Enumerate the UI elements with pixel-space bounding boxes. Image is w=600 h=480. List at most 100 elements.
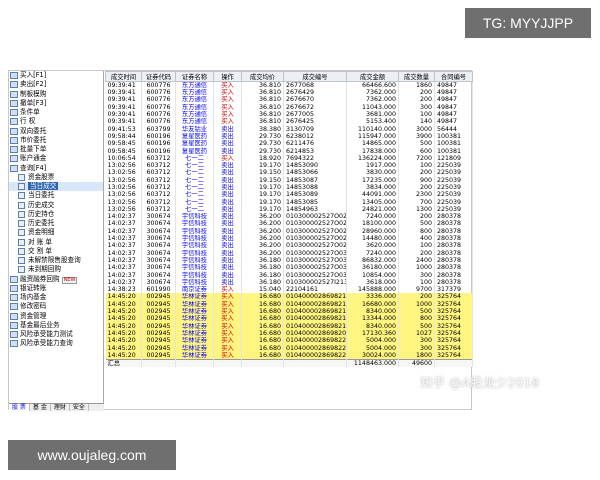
table-row[interactable]: 09:41:53 603799 华友钴业 卖出 38.380 3130709 110140.… (105, 125, 473, 133)
table-row[interactable]: 09:39:41 600776 东方通信 买入 36.810 2677005 3681.00… (105, 110, 473, 119)
table-row[interactable]: 09:39:41 600776 东方通信 买入 36.810 2676670 7362.00… (105, 96, 473, 104)
table-row[interactable]: 09:39:41 600776 东方通信 买入 36.810 2676429 7362.00… (105, 89, 473, 97)
column-header[interactable]: 证券代码 (141, 71, 176, 82)
table-row[interactable]: 13:02:56 603712 七一二 卖出 19.170 14853090 1917.00… (105, 161, 473, 170)
table-row[interactable]: 14:02:37 300674 宇信科技 卖出 36.200 010300002527O0… (105, 234, 473, 243)
table-row[interactable]: 14:02:37 300674 宇信科技 卖出 36.180 010300002527O0… (105, 256, 473, 265)
table-row[interactable]: 14:45:20 002945 华林证券 买入 16.680 01040000286982… (105, 293, 473, 301)
table-row[interactable]: 14:45:20 002945 华林证券 买入 16.680 01040000286982… (105, 344, 473, 352)
table-cell: 800 (398, 315, 435, 323)
table-row[interactable]: 14:02:37 300674 宇信科技 卖出 36.200 010300002527O0… (105, 242, 473, 250)
table-row[interactable]: 14:02:37 300674 宇信科技 卖出 36.200 010300002527O0… (105, 249, 473, 257)
table-cell: 36.810 (241, 81, 284, 89)
sidebar-item[interactable]: 修改密码 (9, 302, 103, 311)
table-cell: 华林证券 (175, 337, 214, 345)
table-row[interactable]: 09:58:45 600196 复星医药 卖出 29.730 6211476 14865.0… (105, 140, 473, 148)
column-header[interactable]: 成交均价 (241, 71, 284, 82)
sidebar-item[interactable]: 卖出[F2] (9, 80, 103, 89)
table-cell: 49847 (434, 103, 473, 111)
sidebar-item[interactable]: 风险承受能力查询 (9, 339, 103, 348)
column-header[interactable]: 成交金额 (346, 71, 399, 82)
table-cell: 华林证券 (175, 351, 214, 360)
table-cell: 14853089 (283, 191, 347, 199)
table-cell: 19.150 (241, 176, 284, 184)
column-header[interactable]: 成交编号 (283, 71, 347, 82)
table-row[interactable]: 14:02:37 300674 宇信科技 卖出 36.200 010300002527O0… (105, 227, 473, 235)
table-row[interactable]: 13:02:56 603712 七一二 卖出 19.170 14853089 44091.0… (105, 191, 473, 199)
table-row[interactable]: 09:58:45 600196 复星医药 卖出 29.730 6214853 17838.0… (105, 147, 473, 155)
sidebar-item[interactable]: 风险承受能力测试 (9, 330, 103, 339)
sidebar-item[interactable]: 行 权 (9, 117, 103, 126)
sidebar-item[interactable]: 制板模购 (9, 90, 103, 99)
column-header[interactable]: 成交时间 (105, 71, 142, 82)
table-row[interactable]: 14:45:20 002945 华林证券 买入 16.680 01040000286982… (105, 329, 473, 338)
table-row[interactable]: 14:02:37 300674 宇信科技 卖出 36.200 010300002527O0… (105, 220, 473, 228)
bottom-tab[interactable]: 基 金 (30, 404, 51, 411)
table-row[interactable]: 14:02:37 300674 宇信科技 卖出 36.180 010300002527O0… (105, 271, 473, 279)
sidebar-item[interactable]: 融资融券回购 NEW (9, 275, 103, 284)
table-row[interactable]: 14:02:37 300674 宇信科技 卖出 36.200 010300002527O0… (105, 213, 473, 221)
table-cell: 16.680 (241, 344, 284, 352)
table-row[interactable]: 13:02:56 603712 七一二 卖出 19.170 14854963 24821.0… (105, 205, 473, 214)
table-row[interactable]: 14:02:37 300674 宇信科技 卖出 36.180 010300002527O0… (105, 264, 473, 272)
sidebar-item[interactable]: 历史成交 (9, 201, 103, 210)
bottom-tab[interactable]: 股 票 (9, 404, 30, 411)
table-row[interactable]: 13:02:56 603712 七一二 卖出 19.170 14853085 13405.0… (105, 198, 473, 206)
sidebar-item[interactable]: 市价委托 (9, 136, 103, 145)
sidebar-item-label: 买入[F1] (20, 71, 47, 79)
sidebar-item[interactable]: 买入[F1] (9, 71, 103, 80)
column-header[interactable]: 操作 (213, 71, 242, 82)
sidebar-item[interactable]: 账户通金 (9, 154, 103, 163)
table-cell: 110140.000 (346, 125, 399, 133)
table-row[interactable]: 13:02:56 603712 七一二 卖出 19.150 14853087 17235.0… (105, 176, 473, 184)
sidebar-item[interactable]: 资金管理 (9, 312, 103, 321)
table-cell: 300674 (141, 278, 176, 287)
table-cell: 19.170 (241, 161, 284, 170)
sidebar-item[interactable]: 当日成交 (9, 182, 103, 192)
table-row[interactable]: 09:58:44 600196 复星医药 卖出 29.730 6238012 115947.… (105, 132, 473, 141)
sidebar-item[interactable]: 对 账 单 (9, 238, 103, 247)
sidebar-item[interactable]: 未到期回购 (9, 265, 103, 274)
table-row[interactable]: 14:45:20 002945 华林证券 买入 16.680 01040000286982… (105, 351, 473, 360)
sidebar-item[interactable]: 当日委托 (9, 191, 103, 200)
table-cell: 卖出 (213, 220, 242, 228)
sidebar-item[interactable]: 资金明细 (9, 228, 103, 237)
table-cell: 13344.000 (346, 315, 399, 323)
sidebar-item[interactable]: 未解禁限售股查询 (9, 256, 103, 265)
sidebar-item[interactable]: 历史委托 (9, 219, 103, 228)
sidebar-item[interactable]: 条件单 (9, 108, 103, 117)
column-header[interactable]: 成交数量 (398, 71, 435, 82)
sidebar-item[interactable]: 资金股票 (9, 173, 103, 182)
sidebar-item[interactable]: 基金最后业务 (9, 321, 103, 330)
table-row[interactable]: 09:39:41 600776 东方通信 买入 36.810 2677068 66466.6… (105, 81, 473, 89)
sidebar-item[interactable]: 查询[F4] (9, 164, 103, 173)
table-row[interactable]: 09:39:41 600776 东方通信 买入 36.810 2676672 11043.0… (105, 103, 473, 111)
sidebar-item[interactable]: 交 割 单 (9, 247, 103, 256)
table-row[interactable]: 14:02:37 300674 宇信科技 卖出 36.180 010300002527I2… (105, 278, 473, 287)
sidebar-item[interactable]: 历史持仓 (9, 210, 103, 219)
table-row[interactable]: 13:02:56 603712 七一二 卖出 19.170 14853088 3834.00… (105, 183, 473, 192)
sidebar-item[interactable]: 批量下单 (9, 145, 103, 154)
column-header[interactable]: 证券名称 (175, 71, 214, 82)
sidebar-item[interactable]: 场内基金 (9, 293, 103, 302)
sidebar-item[interactable]: 撤单[F3] (9, 99, 103, 108)
table-row[interactable]: 14:45:20 002945 华林证券 买入 16.680 01040000286982… (105, 300, 473, 308)
table-row[interactable]: 09:39:41 600776 东方通信 买入 36.810 2676425 5153.40… (105, 118, 473, 126)
table-row[interactable]: 10:06:54 603712 七一二 买入 18.920 7694322 136224.0… (105, 154, 473, 162)
sidebar-item[interactable]: 双向委托 (9, 127, 103, 136)
table-row[interactable]: 14:38:23 601990 南京证券 买入 15.040 22104161 145888… (105, 286, 473, 294)
table-cell: 5153.400 (346, 118, 399, 126)
table-row[interactable]: 14:45:20 002945 华林证券 买入 16.680 01040000286982… (105, 322, 473, 330)
sidebar-item[interactable]: 银证转账 (9, 284, 103, 293)
table-cell: 14:02:37 (105, 234, 142, 243)
bottom-tab[interactable]: 理财 (51, 404, 70, 411)
table-cell: 44091.000 (346, 191, 399, 199)
table-row[interactable]: 13:02:56 603712 七一二 卖出 19.150 14853066 3830.00… (105, 169, 473, 177)
table-row[interactable]: 14:45:20 002945 华林证券 买入 16.680 01040000286982… (105, 315, 473, 323)
column-header[interactable]: 合同编号 (434, 71, 473, 82)
table-row[interactable]: 14:45:20 002945 华林证券 买入 16.680 01040000286982… (105, 307, 473, 316)
table-cell: 601990 (141, 286, 176, 294)
bottom-tab[interactable]: 安全 (70, 404, 89, 411)
table-row[interactable]: 14:45:20 002945 华林证券 买入 16.680 01040000286982… (105, 337, 473, 345)
table-cell: 603712 (141, 154, 176, 162)
